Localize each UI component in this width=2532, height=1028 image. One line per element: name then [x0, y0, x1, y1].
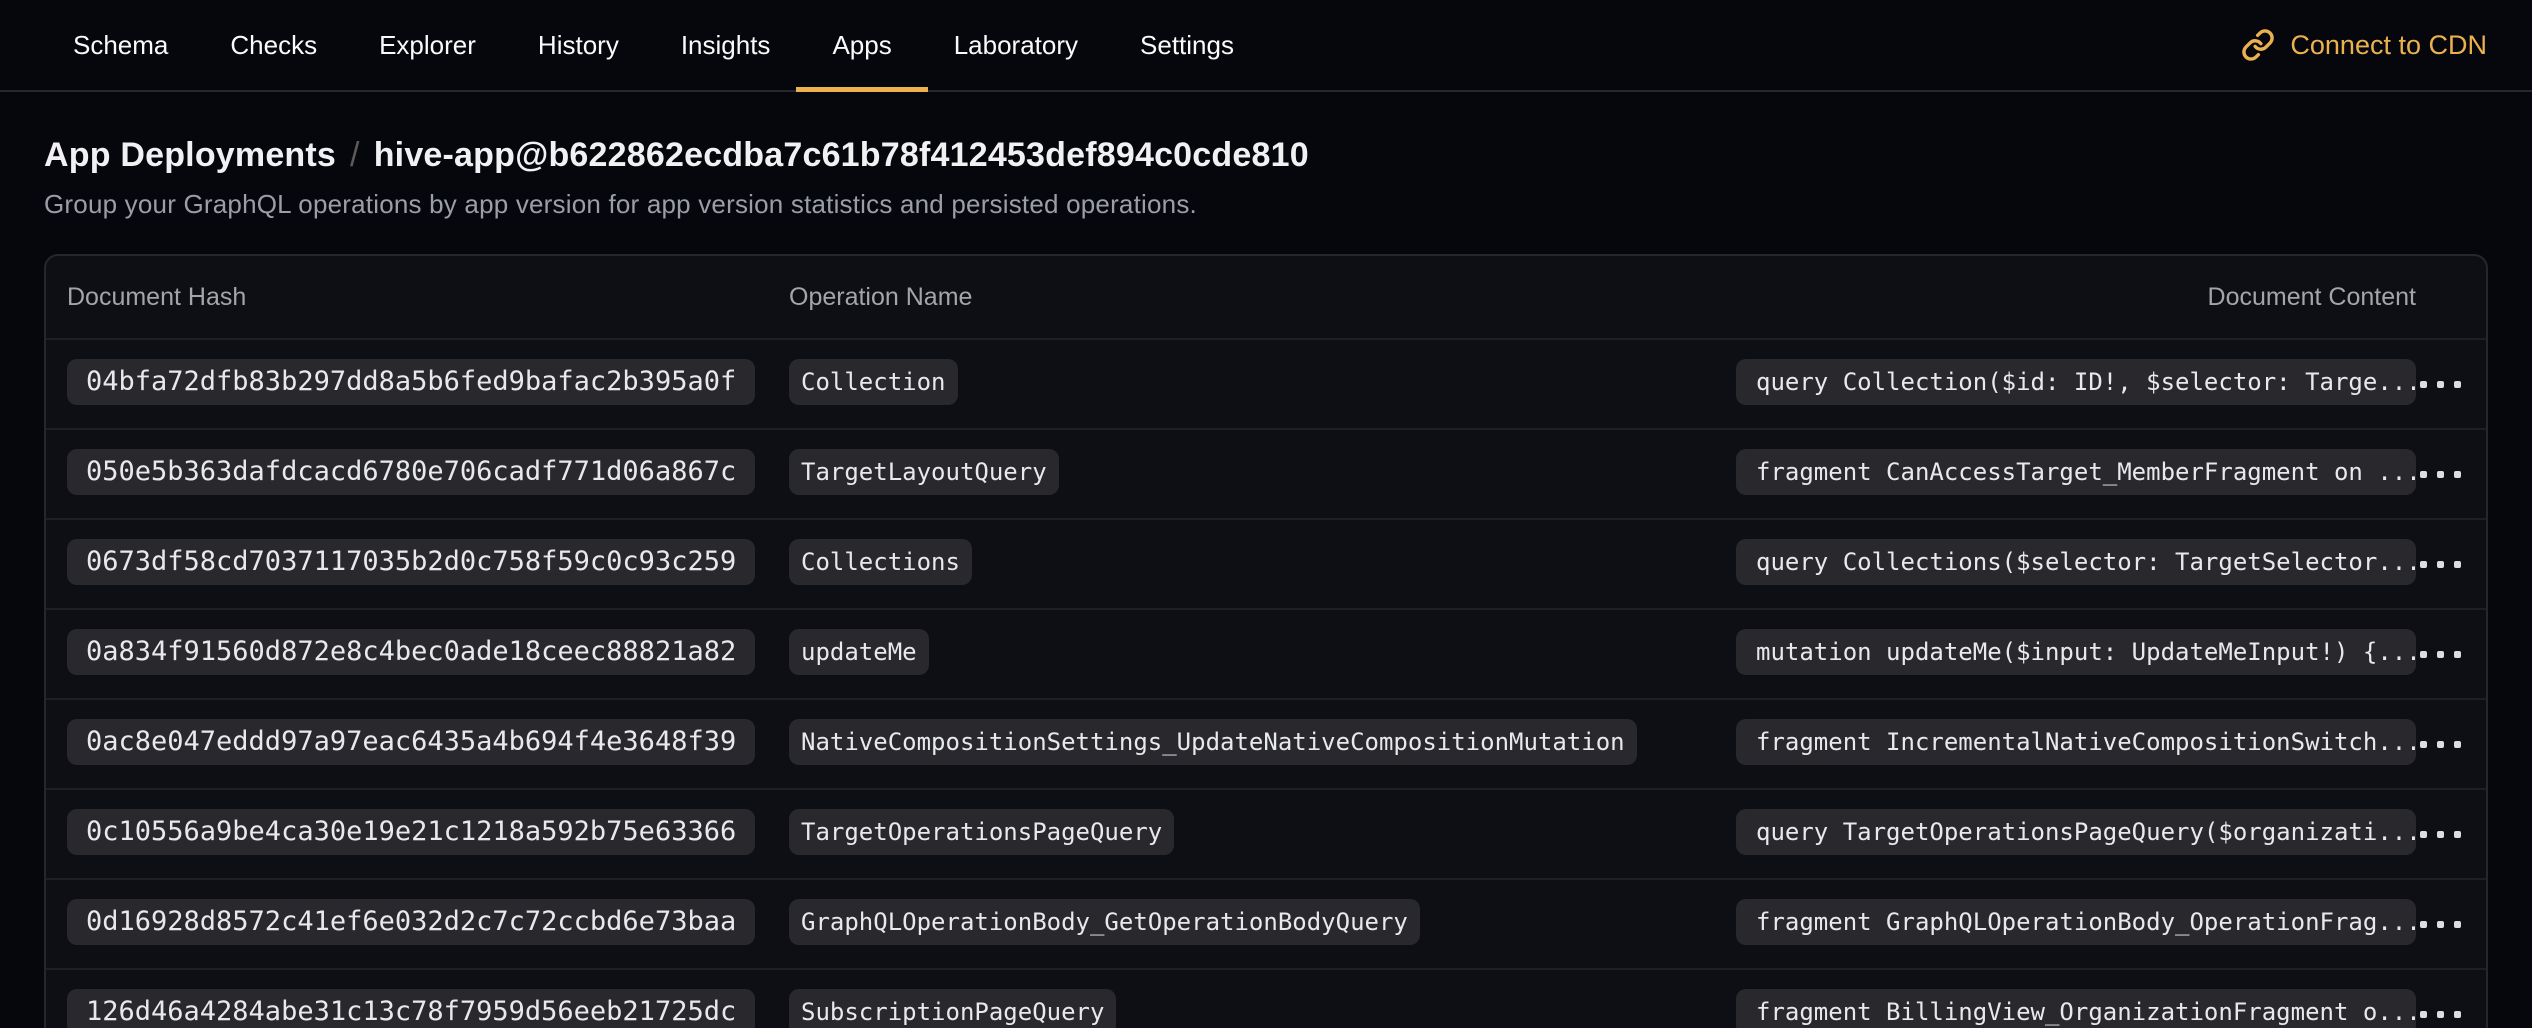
document-content: fragment IncrementalNativeCompositionSwi…: [1736, 719, 2416, 765]
operation-name: Collections: [789, 539, 972, 585]
connect-to-cdn-label: Connect to CDN: [2290, 30, 2487, 61]
column-header-document-content: Document Content: [1736, 283, 2416, 312]
document-hash: 0a834f91560d872e8c4bec0ade18ceec88821a82: [67, 629, 755, 675]
document-content: mutation updateMe($input: UpdateMeInput!…: [1736, 629, 2416, 675]
operation-name: SubscriptionPageQuery: [789, 989, 1116, 1028]
row-menu-button[interactable]: [2416, 461, 2465, 488]
document-hash: 04bfa72dfb83b297dd8a5b6fed9bafac2b395a0f: [67, 359, 755, 405]
operation-name: Collection: [789, 359, 958, 405]
nav-tab-checks[interactable]: Checks: [230, 0, 317, 90]
top-nav: Schema Checks Explorer History Insights …: [0, 0, 2532, 92]
column-header-operation-name: Operation Name: [789, 283, 1736, 312]
nav-tab-laboratory[interactable]: Laboratory: [954, 0, 1078, 90]
table-row: 0673df58cd7037117035b2d0c758f59c0c93c259…: [46, 518, 2486, 608]
page-subtitle: Group your GraphQL operations by app ver…: [44, 189, 2488, 220]
document-content: fragment BillingView_OrganizationFragmen…: [1736, 989, 2416, 1028]
nav-tab-insights[interactable]: Insights: [681, 0, 771, 90]
operation-name: GraphQLOperationBody_GetOperationBodyQue…: [789, 899, 1420, 945]
breadcrumb-separator: /: [350, 136, 360, 175]
row-menu-button[interactable]: [2416, 1001, 2465, 1028]
document-hash: 126d46a4284abe31c13c78f7959d56eeb21725dc: [67, 989, 755, 1028]
breadcrumb: App Deployments / hive-app@b622862ecdba7…: [44, 136, 2488, 175]
table-row: 050e5b363dafdcacd6780e706cadf771d06a867c…: [46, 428, 2486, 518]
table-row: 0c10556a9be4ca30e19e21c1218a592b75e63366…: [46, 788, 2486, 878]
operation-name: updateMe: [789, 629, 929, 675]
breadcrumb-deployment-name: hive-app@b622862ecdba7c61b78f412453def89…: [374, 136, 1309, 175]
breadcrumb-app-deployments[interactable]: App Deployments: [44, 136, 336, 175]
table-row: 04bfa72dfb83b297dd8a5b6fed9bafac2b395a0f…: [46, 338, 2486, 428]
column-header-document-hash: Document Hash: [67, 283, 789, 312]
document-hash: 0ac8e047eddd97a97eac6435a4b694f4e3648f39: [67, 719, 755, 765]
connect-to-cdn-button[interactable]: Connect to CDN: [2241, 28, 2487, 62]
row-menu-button[interactable]: [2416, 821, 2465, 848]
nav-tabs: Schema Checks Explorer History Insights …: [73, 0, 1234, 90]
row-menu-button[interactable]: [2416, 641, 2465, 668]
row-menu-button[interactable]: [2416, 731, 2465, 758]
table-body: 04bfa72dfb83b297dd8a5b6fed9bafac2b395a0f…: [46, 338, 2486, 1028]
app-deployment-page: App Deployments / hive-app@b622862ecdba7…: [0, 136, 2532, 1028]
document-content: fragment GraphQLOperationBody_OperationF…: [1736, 899, 2416, 945]
table-row: 0ac8e047eddd97a97eac6435a4b694f4e3648f39…: [46, 698, 2486, 788]
table-row: 126d46a4284abe31c13c78f7959d56eeb21725dc…: [46, 968, 2486, 1028]
table-row: 0d16928d8572c41ef6e032d2c7c72ccbd6e73baa…: [46, 878, 2486, 968]
nav-tab-history[interactable]: History: [538, 0, 619, 90]
row-menu-button[interactable]: [2416, 371, 2465, 398]
document-hash: 0c10556a9be4ca30e19e21c1218a592b75e63366: [67, 809, 755, 855]
nav-tab-settings[interactable]: Settings: [1140, 0, 1234, 90]
document-hash: 0d16928d8572c41ef6e032d2c7c72ccbd6e73baa: [67, 899, 755, 945]
nav-tab-explorer[interactable]: Explorer: [379, 0, 476, 90]
nav-tab-schema[interactable]: Schema: [73, 0, 168, 90]
document-content: fragment CanAccessTarget_MemberFragment …: [1736, 449, 2416, 495]
link-icon: [2241, 28, 2275, 62]
operation-name: TargetOperationsPageQuery: [789, 809, 1174, 855]
document-hash: 0673df58cd7037117035b2d0c758f59c0c93c259: [67, 539, 755, 585]
document-content: query Collections($selector: TargetSelec…: [1736, 539, 2416, 585]
row-menu-button[interactable]: [2416, 911, 2465, 938]
operation-name: TargetLayoutQuery: [789, 449, 1059, 495]
row-menu-button[interactable]: [2416, 551, 2465, 578]
document-hash: 050e5b363dafdcacd6780e706cadf771d06a867c: [67, 449, 755, 495]
table-row: 0a834f91560d872e8c4bec0ade18ceec88821a82…: [46, 608, 2486, 698]
document-content: query TargetOperationsPageQuery($organiz…: [1736, 809, 2416, 855]
documents-table: Document Hash Operation Name Document Co…: [44, 254, 2488, 1028]
nav-tab-apps[interactable]: Apps: [832, 0, 891, 90]
document-content: query Collection($id: ID!, $selector: Ta…: [1736, 359, 2416, 405]
operation-name: NativeCompositionSettings_UpdateNativeCo…: [789, 719, 1637, 765]
table-header-row: Document Hash Operation Name Document Co…: [46, 256, 2486, 338]
